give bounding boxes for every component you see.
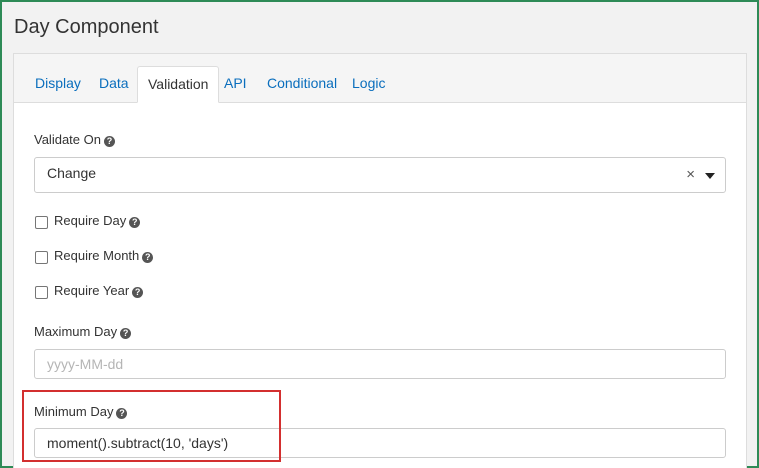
close-icon[interactable]: × xyxy=(686,167,695,182)
maximum-day-label: Maximum Day? xyxy=(34,324,132,339)
require-day-label: Require Day? xyxy=(54,213,141,228)
caret-down-icon[interactable] xyxy=(705,173,715,179)
maximum-day-input[interactable] xyxy=(34,349,726,379)
tab-conditional[interactable]: Conditional xyxy=(267,75,337,91)
minimum-day-label: Minimum Day? xyxy=(34,404,128,419)
help-icon[interactable]: ? xyxy=(120,328,132,339)
validate-on-select[interactable]: Change × xyxy=(34,157,726,193)
tab-data[interactable]: Data xyxy=(99,75,129,91)
maximum-day-label-text: Maximum Day xyxy=(34,324,118,339)
settings-panel: Display Data Validation API Conditional … xyxy=(13,53,747,468)
page-title: Day Component xyxy=(14,16,159,38)
validate-on-label-text: Validate On xyxy=(34,132,101,147)
require-month-label-text: Require Month xyxy=(54,248,140,263)
minimum-day-input[interactable] xyxy=(34,428,726,458)
require-day-checkbox[interactable] xyxy=(35,216,48,229)
tab-bar: Display Data Validation API Conditional … xyxy=(14,54,746,103)
help-icon[interactable]: ? xyxy=(132,287,144,298)
require-month-checkbox[interactable] xyxy=(35,251,48,264)
validate-on-value: Change xyxy=(47,165,97,181)
require-year-label-text: Require Year xyxy=(54,283,130,298)
tab-display[interactable]: Display xyxy=(35,75,81,91)
tab-validation[interactable]: Validation xyxy=(137,66,220,103)
require-year-checkbox[interactable] xyxy=(35,286,48,299)
help-icon[interactable]: ? xyxy=(142,252,154,263)
require-day-label-text: Require Day xyxy=(54,213,127,228)
tab-logic[interactable]: Logic xyxy=(352,75,385,91)
tab-api[interactable]: API xyxy=(224,75,247,91)
help-icon[interactable]: ? xyxy=(116,408,128,419)
minimum-day-label-text: Minimum Day xyxy=(34,404,114,419)
help-icon[interactable]: ? xyxy=(103,136,115,147)
require-month-label: Require Month? xyxy=(54,248,154,263)
require-year-label: Require Year? xyxy=(54,283,144,298)
help-icon[interactable]: ? xyxy=(129,217,141,228)
validate-on-label: Validate On? xyxy=(34,132,115,147)
